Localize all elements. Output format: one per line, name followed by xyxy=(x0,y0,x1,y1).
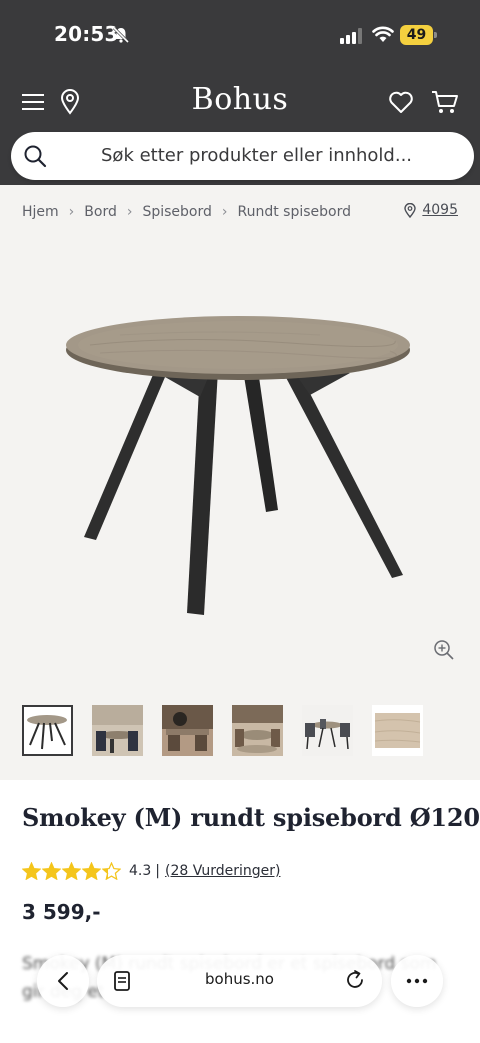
chevron-left-icon xyxy=(58,972,68,990)
url-text[interactable]: bohus.no xyxy=(97,970,382,988)
zoom-in-icon[interactable] xyxy=(433,639,455,665)
product-price: 3 599,- xyxy=(22,900,101,924)
search-bar[interactable]: Søk etter produkter eller innhold... xyxy=(11,132,474,180)
star-icon xyxy=(22,862,41,880)
rating-stars xyxy=(22,862,121,880)
status-time: 20:53 xyxy=(54,22,119,46)
product-main-image[interactable] xyxy=(60,305,420,625)
thumbnail-1[interactable] xyxy=(22,705,73,756)
battery-indicator: 49 xyxy=(400,25,437,45)
thumbnail-strip xyxy=(22,705,423,756)
breadcrumb-item-spisebord[interactable]: Spisebord xyxy=(142,204,211,220)
reviews-link[interactable]: (28 Vurderinger) xyxy=(165,863,280,879)
browser-more-button[interactable] xyxy=(391,955,443,1007)
chevron-right-icon: › xyxy=(126,204,133,220)
breadcrumb: Hjem › Bord › Spisebord › Rundt spisebor… xyxy=(22,204,351,220)
rating-value: 4.3 xyxy=(129,863,152,879)
breadcrumb-item-hjem[interactable]: Hjem xyxy=(22,204,59,220)
site-header: 20:53 49 Bohus Søk etter produkter eller… xyxy=(0,0,480,185)
wishlist-heart-icon[interactable] xyxy=(388,80,414,124)
product-rating: 4.3 | (28 Vurderinger) xyxy=(22,862,280,880)
product-gallery-area: Hjem › Bord › Spisebord › Rundt spisebor… xyxy=(0,185,480,780)
reload-icon[interactable] xyxy=(344,969,366,995)
search-input[interactable]: Søk etter produkter eller innhold... xyxy=(101,145,412,166)
top-nav: Bohus xyxy=(0,80,480,124)
cart-icon[interactable] xyxy=(431,80,459,124)
silent-bell-icon xyxy=(112,26,130,48)
rating-separator: | xyxy=(155,863,160,879)
breadcrumb-item-bord[interactable]: Bord xyxy=(84,204,117,220)
star-icon xyxy=(102,862,121,880)
search-icon xyxy=(23,144,47,172)
product-title: Smokey (M) rundt spisebord Ø120 xyxy=(22,803,480,832)
battery-tip xyxy=(434,32,437,38)
browser-address-bar[interactable]: bohus.no xyxy=(97,955,382,1007)
store-selector[interactable]: 4095 xyxy=(404,202,458,218)
star-icon xyxy=(82,862,101,880)
thumbnail-4[interactable] xyxy=(232,705,283,756)
more-dots-icon xyxy=(406,978,428,984)
cellular-signal-icon xyxy=(340,28,362,48)
chevron-right-icon: › xyxy=(68,204,75,220)
wifi-icon xyxy=(372,25,394,47)
star-icon xyxy=(42,862,61,880)
thumbnail-3[interactable] xyxy=(162,705,213,756)
thumbnail-6[interactable] xyxy=(372,705,423,756)
location-pin-icon xyxy=(404,202,417,218)
thumbnail-5[interactable] xyxy=(302,705,353,756)
star-icon xyxy=(62,862,81,880)
status-bar: 20:53 49 xyxy=(0,0,480,70)
breadcrumb-item-rundt-spisebord[interactable]: Rundt spisebord xyxy=(238,204,352,220)
thumbnail-2[interactable] xyxy=(92,705,143,756)
battery-level: 49 xyxy=(400,25,433,45)
chevron-right-icon: › xyxy=(221,204,228,220)
store-number[interactable]: 4095 xyxy=(422,202,458,218)
browser-back-button[interactable] xyxy=(37,955,89,1007)
